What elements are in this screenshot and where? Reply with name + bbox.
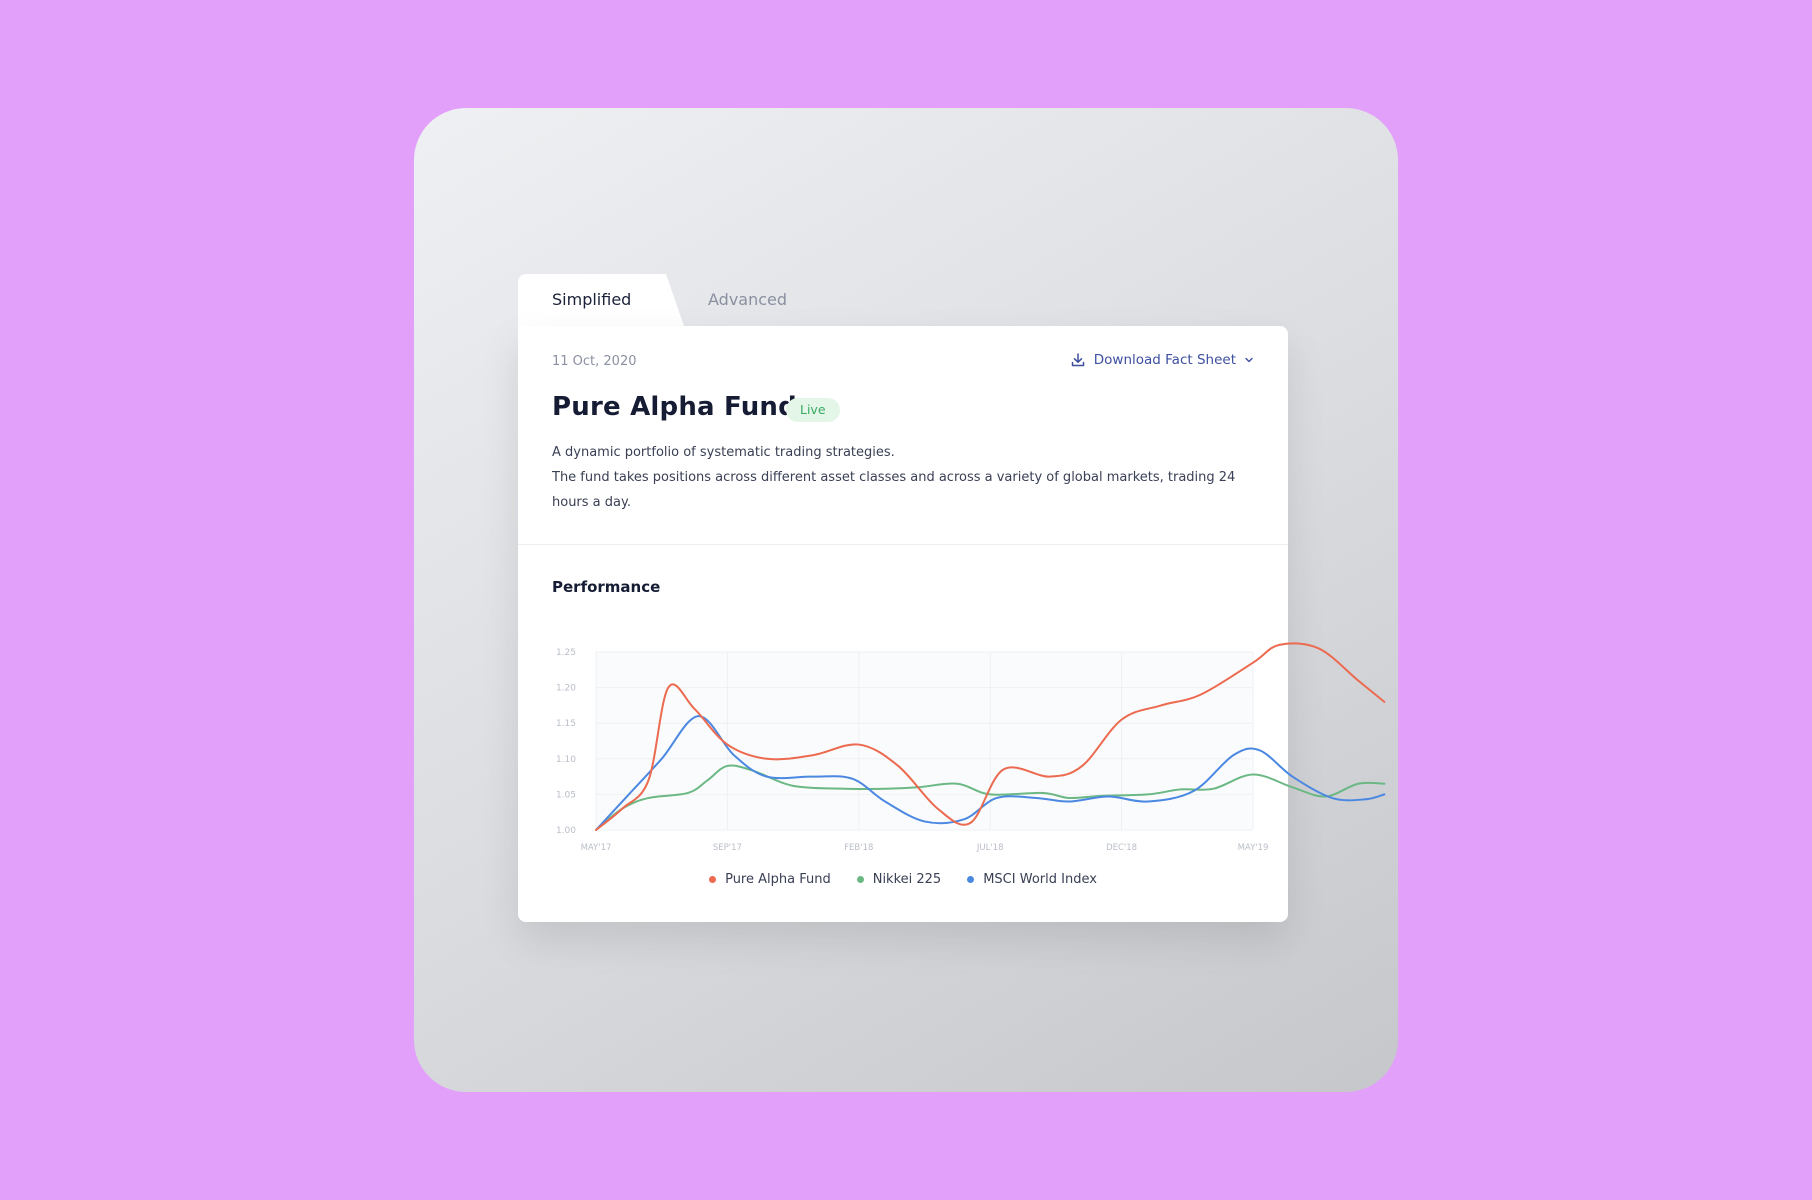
plot-area [596, 652, 1253, 830]
y-tick-label: 1.20 [556, 684, 576, 694]
x-tick-label: MAY'19 [1238, 843, 1269, 853]
y-tick-label: 1.05 [556, 790, 576, 800]
tab-advanced[interactable]: Advanced [708, 274, 787, 326]
x-tick-label: SEP'17 [713, 843, 742, 853]
y-tick-label: 1.00 [556, 826, 576, 836]
x-tick-label: MAY'17 [581, 843, 612, 853]
y-tick-label: 1.15 [556, 719, 576, 729]
tab-simplified[interactable]: Simplified [518, 274, 684, 326]
y-tick-label: 1.10 [556, 755, 576, 765]
x-tick-label: FEB'18 [844, 843, 873, 853]
preview-frame: Simplified Advanced 11 Oct, 2020 Downloa… [414, 108, 1398, 1092]
y-tick-label: 1.25 [556, 648, 576, 658]
x-tick-label: DEC'18 [1106, 843, 1137, 853]
x-tick-label: JUL'18 [976, 843, 1004, 853]
performance-chart: 1.00 1.05 1.10 1.15 1.20 1.25 MAY'17 SEP'17 FEB'… [556, 642, 1386, 853]
